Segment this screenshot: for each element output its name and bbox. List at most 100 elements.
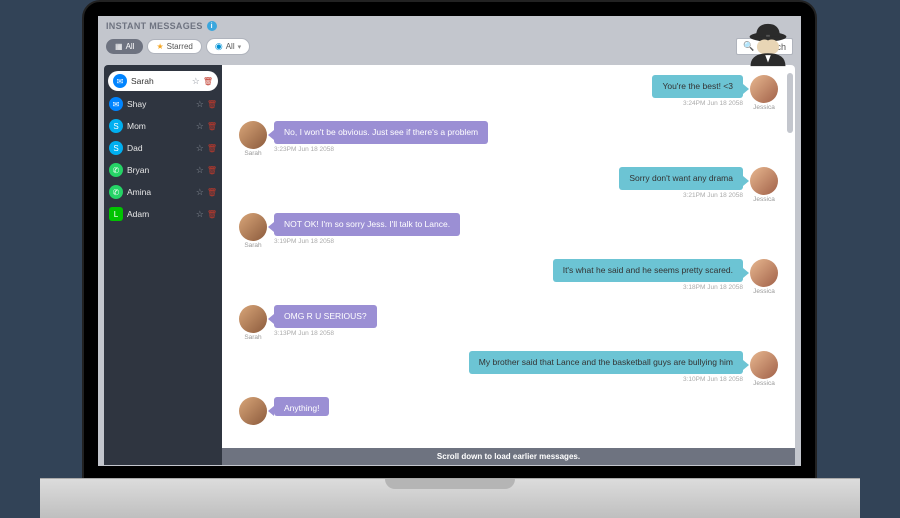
message-text: You're the best! <3 <box>662 81 733 91</box>
star-icon[interactable]: ☆ <box>196 187 204 198</box>
message-text: NOT OK! I'm so sorry Jess. I'll talk to … <box>284 219 450 229</box>
message-bubble: No, I won't be obvious. Just see if ther… <box>274 121 488 144</box>
star-icon[interactable]: ☆ <box>196 143 204 154</box>
star-icon[interactable]: ☆ <box>196 99 204 110</box>
contact-adam[interactable]: L Adam ☆🗑 <box>104 203 222 225</box>
avatar <box>750 351 778 379</box>
page-title: INSTANT MESSAGES <box>106 21 203 31</box>
message-row: Anything! <box>236 397 781 425</box>
messages-list[interactable]: You're the best! <3 3:24PM Jun 18 2058 J… <box>222 65 795 448</box>
sender-name: Jessica <box>753 380 775 387</box>
trash-icon[interactable]: 🗑 <box>207 210 217 219</box>
message-row: Sarah No, I won't be obvious. Just see i… <box>236 121 781 157</box>
avatar <box>239 305 267 333</box>
message-time: 3:24PM Jun 18 2058 <box>683 100 743 107</box>
header-bar: INSTANT MESSAGES i <box>98 16 801 36</box>
star-icon[interactable]: ☆ <box>196 209 204 220</box>
trash-icon[interactable]: 🗑 <box>207 100 217 109</box>
message-time: 3:19PM Jun 18 2058 <box>274 238 334 245</box>
scrollbar[interactable] <box>787 73 793 133</box>
app-screen: INSTANT MESSAGES i ▦ All ★ Starred ◉ All… <box>98 16 801 466</box>
message-row: Sarah NOT OK! I'm so sorry Jess. I'll ta… <box>236 213 781 249</box>
message-text: Anything! <box>284 403 319 413</box>
message-row: You're the best! <3 3:24PM Jun 18 2058 J… <box>236 75 781 111</box>
contact-mom[interactable]: S Mom ☆🗑 <box>104 115 222 137</box>
message-row: Sorry don't want any drama 3:21PM Jun 18… <box>236 167 781 203</box>
sender-name: Jessica <box>753 104 775 111</box>
sender-name: Sarah <box>244 334 261 341</box>
message-bubble: You're the best! <3 <box>652 75 743 98</box>
filter-all-label: All <box>126 42 135 51</box>
message-bubble: OMG R U SERIOUS? <box>274 305 377 328</box>
star-icon[interactable]: ☆ <box>196 165 204 176</box>
contact-name: Bryan <box>127 165 192 175</box>
contact-bryan[interactable]: ✆ Bryan ☆🗑 <box>104 159 222 181</box>
sender-name: Sarah <box>244 150 261 157</box>
trash-icon[interactable]: 🗑 <box>207 144 217 153</box>
filter-starred-label: Starred <box>167 42 193 51</box>
contact-amina[interactable]: ✆ Amina ☆🗑 <box>104 181 222 203</box>
message-row: Sarah OMG R U SERIOUS? 3:13PM Jun 18 205… <box>236 305 781 341</box>
message-bubble: It's what he said and he seems pretty sc… <box>553 259 743 282</box>
message-text: Sorry don't want any drama <box>629 173 733 183</box>
star-icon[interactable]: ☆ <box>196 121 204 132</box>
contact-name: Adam <box>127 209 192 219</box>
globe-icon: ◉ <box>215 41 223 52</box>
sender-name: Sarah <box>244 242 261 249</box>
info-icon[interactable]: i <box>207 21 217 31</box>
contact-actions: ☆ 🗑 <box>192 76 213 87</box>
load-more-bar[interactable]: Scroll down to load earlier messages. <box>222 448 795 465</box>
filter-starred-button[interactable]: ★ Starred <box>147 39 201 54</box>
skype-icon: S <box>109 141 123 155</box>
contact-shay[interactable]: ✉ Shay ☆🗑 <box>104 93 222 115</box>
message-text: No, I won't be obvious. Just see if ther… <box>284 127 478 137</box>
avatar <box>750 75 778 103</box>
message-time: 3:18PM Jun 18 2058 <box>683 284 743 291</box>
contact-name: Mom <box>127 121 192 131</box>
contacts-sidebar: ✉ Sarah ☆ 🗑 ✉ Shay ☆🗑 S Mom ☆🗑 <box>104 65 222 465</box>
contact-name: Amina <box>127 187 192 197</box>
trash-icon[interactable]: 🗑 <box>207 122 217 131</box>
message-time: 3:13PM Jun 18 2058 <box>274 330 334 337</box>
chevron-down-icon: ▾ <box>238 43 242 51</box>
contact-dad[interactable]: S Dad ☆🗑 <box>104 137 222 159</box>
avatar <box>750 167 778 195</box>
avatar <box>239 213 267 241</box>
contact-name: Shay <box>127 99 192 109</box>
contact-name: Dad <box>127 143 192 153</box>
avatar <box>750 259 778 287</box>
laptop-base <box>40 478 860 518</box>
messenger-icon: ✉ <box>113 74 127 88</box>
filter-bar: ▦ All ★ Starred ◉ All ▾ 🔍 Search <box>98 36 801 61</box>
filter-all-button[interactable]: ▦ All <box>106 39 143 54</box>
app-logo-spy-icon <box>745 22 791 68</box>
trash-icon[interactable]: 🗑 <box>207 166 217 175</box>
star-icon[interactable]: ☆ <box>192 76 200 87</box>
sender-name: Jessica <box>753 288 775 295</box>
trash-icon[interactable]: 🗑 <box>203 77 213 86</box>
contact-sarah[interactable]: ✉ Sarah ☆ 🗑 <box>108 71 218 91</box>
load-more-text: Scroll down to load earlier messages. <box>437 452 580 461</box>
chat-panel: You're the best! <3 3:24PM Jun 18 2058 J… <box>222 65 795 465</box>
grid-icon: ▦ <box>115 42 123 51</box>
messenger-icon: ✉ <box>109 97 123 111</box>
avatar <box>239 121 267 149</box>
laptop-frame: INSTANT MESSAGES i ▦ All ★ Starred ◉ All… <box>82 0 817 482</box>
message-bubble: Anything! <box>274 397 329 416</box>
line-icon: L <box>109 207 123 221</box>
content-area: ✉ Sarah ☆ 🗑 ✉ Shay ☆🗑 S Mom ☆🗑 <box>98 61 801 465</box>
filter-scope-label: All <box>226 42 235 51</box>
message-row: It's what he said and he seems pretty sc… <box>236 259 781 295</box>
skype-icon: S <box>109 119 123 133</box>
message-text: OMG R U SERIOUS? <box>284 311 367 321</box>
filter-scope-dropdown[interactable]: ◉ All ▾ <box>206 38 250 55</box>
whatsapp-icon: ✆ <box>109 185 123 199</box>
whatsapp-icon: ✆ <box>109 163 123 177</box>
message-row: My brother said that Lance and the baske… <box>236 351 781 387</box>
trash-icon[interactable]: 🗑 <box>207 188 217 197</box>
message-bubble: My brother said that Lance and the baske… <box>469 351 743 374</box>
message-bubble: Sorry don't want any drama <box>619 167 743 190</box>
message-bubble: NOT OK! I'm so sorry Jess. I'll talk to … <box>274 213 460 236</box>
laptop-notch <box>385 479 515 489</box>
message-text: My brother said that Lance and the baske… <box>479 357 733 367</box>
